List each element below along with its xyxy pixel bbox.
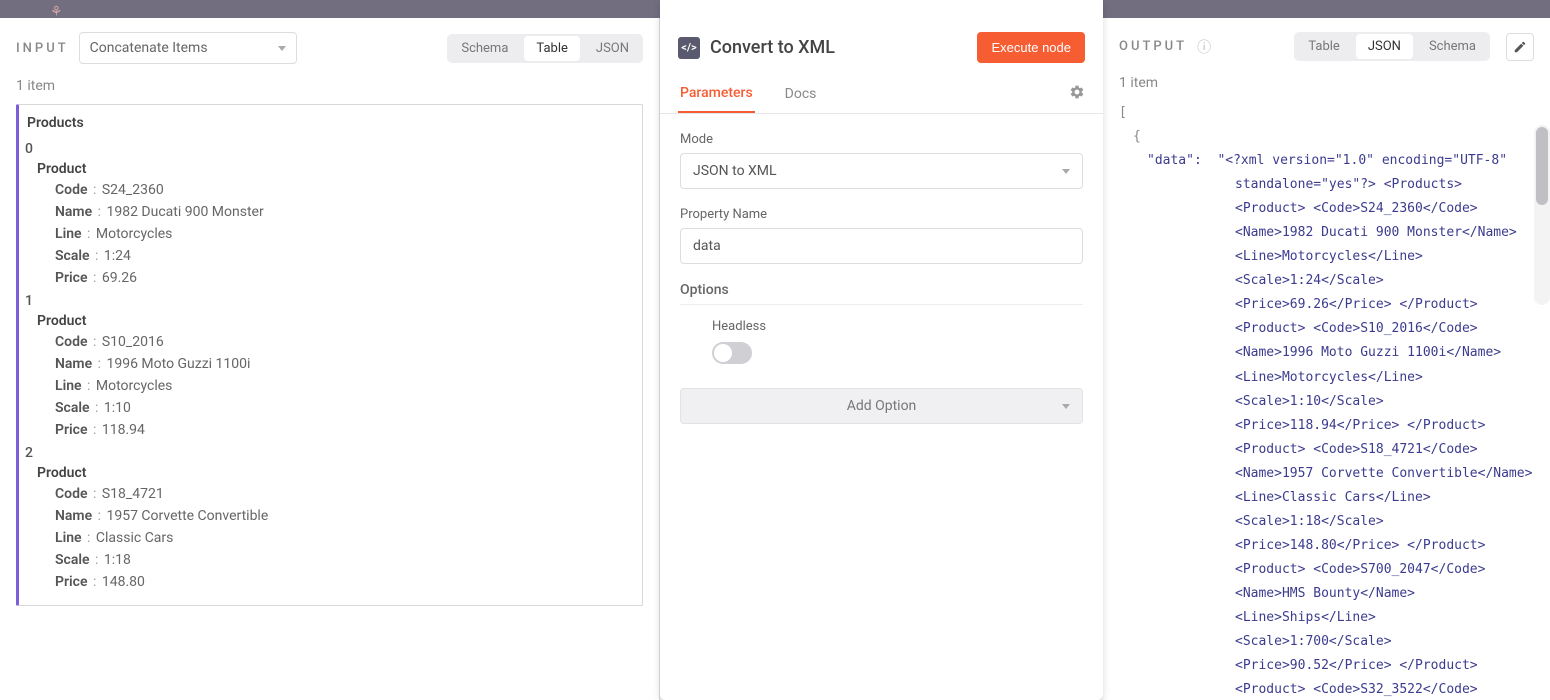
mode-select[interactable]: JSON to XML: [680, 153, 1083, 189]
output-view-schema[interactable]: Schema: [1415, 32, 1490, 61]
product-field-code: Code : S10_2016: [19, 331, 642, 353]
output-view-json[interactable]: JSON: [1356, 34, 1413, 59]
product-field-price: Price : 118.94: [19, 419, 642, 441]
chevron-down-icon: [1062, 169, 1070, 174]
info-icon[interactable]: ⓘ: [1197, 37, 1211, 57]
input-item-count: 1 item: [0, 78, 659, 104]
json-key-data: "data":: [1147, 153, 1202, 168]
tab-docs[interactable]: Docs: [783, 76, 819, 112]
product-field-price: Price : 148.80: [19, 571, 642, 593]
xml-node-icon: </>: [678, 37, 700, 59]
add-option-button[interactable]: Add Option: [680, 388, 1083, 424]
product-field-name: Name : 1996 Moto Guzzi 1100i: [19, 353, 642, 375]
gear-icon[interactable]: [1069, 76, 1085, 112]
product-field-line: Line : Motorcycles: [19, 223, 642, 245]
node-config-panel: </> Convert to XML Execute node Paramete…: [660, 0, 1103, 700]
node-title: Convert to XML: [710, 37, 967, 58]
chevron-down-icon: [278, 46, 286, 51]
input-body[interactable]: Products 0ProductCode : S24_2360Name : 1…: [0, 104, 659, 700]
output-title: OUTPUT: [1119, 39, 1187, 54]
product-index: 0: [19, 137, 642, 159]
headless-label: Headless: [712, 319, 1083, 334]
propname-value: data: [693, 238, 721, 254]
product-field-line: Line : Classic Cars: [19, 527, 642, 549]
input-view-json[interactable]: JSON: [582, 34, 643, 63]
input-node-select[interactable]: Concatenate Items: [79, 32, 297, 64]
propname-label: Property Name: [680, 207, 1083, 222]
product-field-scale: Scale : 1:10: [19, 397, 642, 419]
products-heading: Products: [19, 115, 642, 137]
options-heading: Options: [680, 282, 1083, 305]
json-open-object: {: [1133, 129, 1141, 144]
headless-toggle[interactable]: [712, 342, 752, 364]
mode-value: JSON to XML: [693, 163, 777, 179]
output-panel: OUTPUT ⓘ Table JSON Schema 1 item [ { "d…: [1103, 0, 1550, 700]
input-view-table[interactable]: Table: [524, 36, 579, 61]
edit-output-button[interactable]: [1506, 33, 1534, 61]
output-item-count: 1 item: [1103, 75, 1550, 101]
output-view-segmented: Table JSON Schema: [1294, 32, 1490, 61]
json-open-array: [: [1119, 105, 1127, 120]
input-node-select-value: Concatenate Items: [90, 40, 208, 56]
input-view-segmented: Schema Table JSON: [447, 34, 643, 63]
product-field-code: Code : S24_2360: [19, 179, 642, 201]
add-option-label: Add Option: [847, 398, 917, 414]
product-field-scale: Scale : 1:18: [19, 549, 642, 571]
output-json-body[interactable]: [ { "data": "<?xml version="1.0" encodin…: [1103, 101, 1550, 700]
output-view-table[interactable]: Table: [1294, 32, 1353, 61]
toggle-knob: [714, 344, 732, 362]
product-index: 1: [19, 289, 642, 311]
scrollbar-track[interactable]: [1534, 125, 1550, 305]
propname-input[interactable]: data: [680, 228, 1083, 264]
input-title: INPUT: [16, 41, 69, 56]
tab-parameters[interactable]: Parameters: [678, 75, 755, 113]
input-view-schema[interactable]: Schema: [447, 34, 522, 63]
product-label: Product: [19, 159, 642, 179]
json-xml-string: "<?xml version="1.0" encoding="UTF-8" st…: [1217, 153, 1532, 700]
workflow-icon: ⚘: [50, 4, 63, 20]
product-field-name: Name : 1957 Corvette Convertible: [19, 505, 642, 527]
product-field-line: Line : Motorcycles: [19, 375, 642, 397]
product-field-code: Code : S18_4721: [19, 483, 642, 505]
product-field-scale: Scale : 1:24: [19, 245, 642, 267]
product-index: 2: [19, 441, 642, 463]
product-label: Product: [19, 463, 642, 483]
chevron-down-icon: [1062, 404, 1070, 409]
input-panel: INPUT Concatenate Items Schema Table JSO…: [0, 0, 660, 700]
product-field-price: Price : 69.26: [19, 267, 642, 289]
product-label: Product: [19, 311, 642, 331]
execute-node-button[interactable]: Execute node: [977, 32, 1085, 63]
scrollbar-thumb[interactable]: [1536, 127, 1548, 205]
products-container: Products 0ProductCode : S24_2360Name : 1…: [16, 104, 643, 606]
product-field-name: Name : 1982 Ducati 900 Monster: [19, 201, 642, 223]
mode-label: Mode: [680, 132, 1083, 147]
